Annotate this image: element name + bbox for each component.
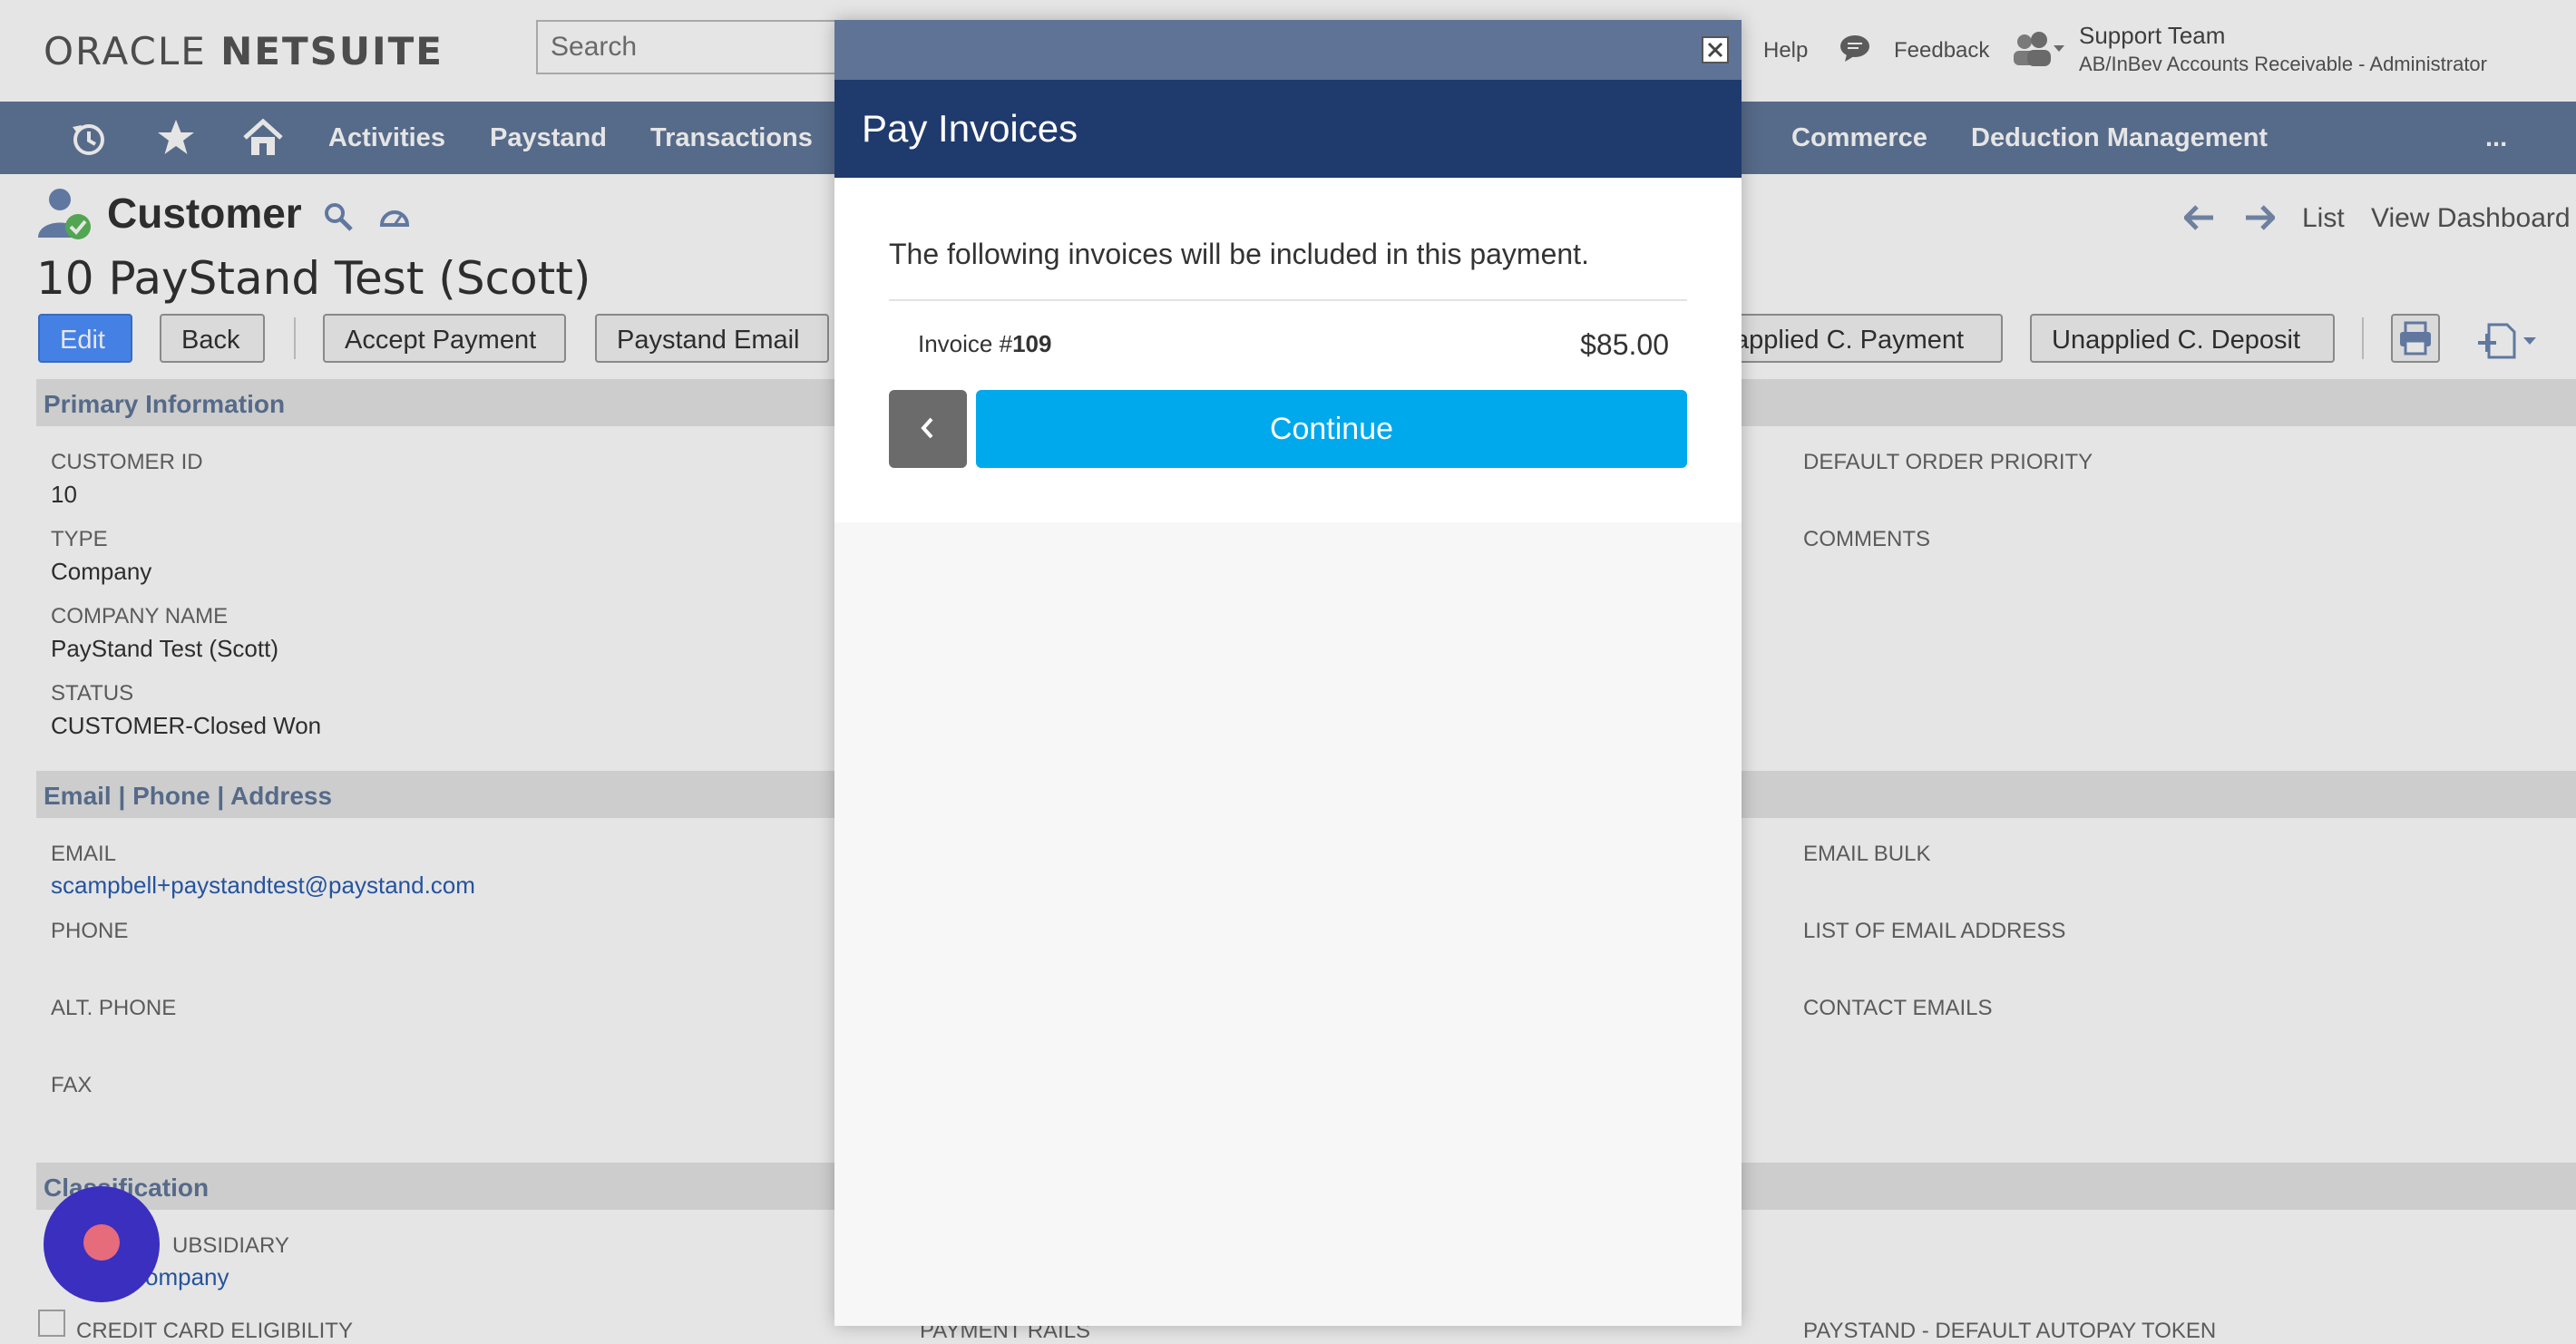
modal-back-button[interactable] [889,390,967,468]
invoice-amount: $85.00 [1580,328,1669,361]
modal-description: The following invoices will be included … [889,238,1589,270]
invoice-number: 109 [1012,330,1052,357]
close-icon[interactable] [1702,36,1729,63]
modal-divider [889,299,1687,301]
invoice-prefix: Invoice # [918,330,1013,357]
modal-top-bar[interactable] [834,20,1742,80]
modal-title: Pay Invoices [862,107,1078,150]
invoice-label: Invoice #109 [918,330,1051,358]
continue-button[interactable]: Continue [976,390,1687,468]
record-dot-icon [83,1224,120,1261]
